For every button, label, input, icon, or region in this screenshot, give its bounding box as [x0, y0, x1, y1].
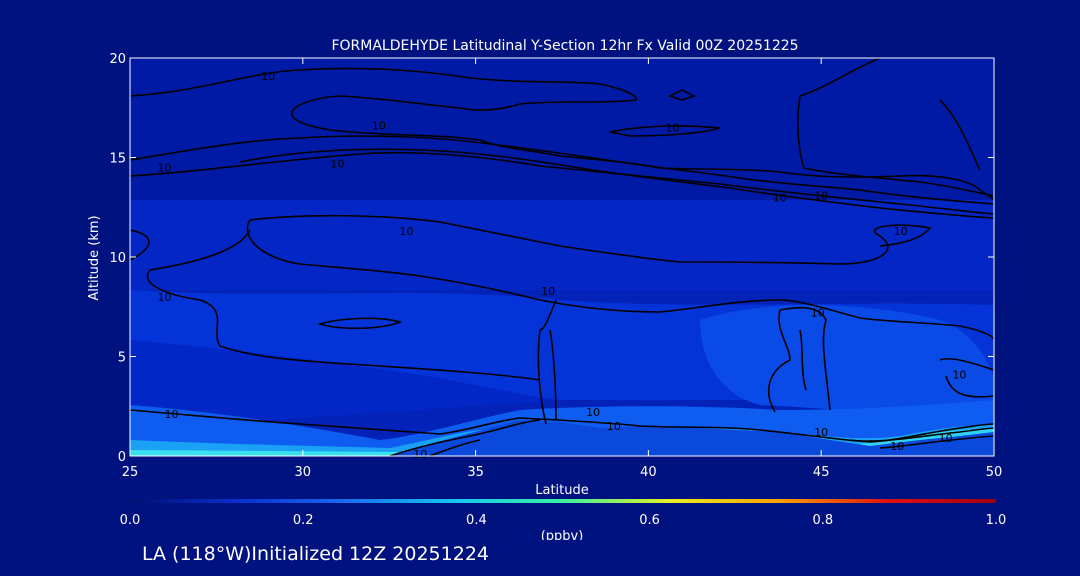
x-axis-label: Latitude	[535, 483, 589, 498]
contour-label: 10	[158, 291, 172, 304]
contour-label: 10	[261, 70, 275, 83]
colorbar-tick-label: 1.0	[986, 513, 1007, 528]
x-tick-label: 35	[467, 465, 484, 480]
colorbar-tick-label: 0.4	[466, 513, 487, 528]
colorbar-ticks: 0.0 0.2 0.4 0.6 0.8 1.0	[120, 513, 1007, 528]
contour-label: 10	[814, 189, 828, 202]
contour-label: 10	[413, 448, 427, 461]
contour-label: 10	[814, 426, 828, 439]
contour-label: 10	[399, 225, 413, 238]
footer-text: LA (118°W)Initialized 12Z 20251224	[142, 543, 489, 565]
chart-title: FORMALDEHYDE Latitudinal Y-Section 12hr …	[331, 38, 798, 54]
colorbar-bar	[130, 499, 996, 503]
colorbar-tick-label: 0.6	[639, 513, 660, 528]
y-tick-label: 20	[109, 52, 126, 67]
colorbar-tick-label: 0.2	[293, 513, 314, 528]
y-axis-label: Altitude (km)	[87, 215, 102, 300]
contour-label: 10	[666, 122, 680, 135]
contour-label: 10	[607, 420, 621, 433]
contour-label: 10	[330, 157, 344, 170]
contour-label: 10	[773, 191, 787, 204]
contour-label: 10	[164, 408, 178, 421]
concentration-field	[130, 58, 994, 456]
band-upper-dark	[130, 58, 994, 200]
contour-label: 10	[890, 440, 904, 453]
contour-label: 10	[811, 307, 825, 320]
x-tick-label: 50	[986, 465, 1003, 480]
colorbar: 0.0 0.2 0.4 0.6 0.8 1.0 (ppbv)	[120, 499, 1007, 540]
contour-label: 10	[894, 225, 908, 238]
y-tick-label: 0	[118, 450, 126, 465]
x-tick-label: 25	[122, 465, 139, 480]
contour-label: 10	[586, 406, 600, 419]
contour-label: 10	[372, 120, 386, 133]
y-tick-label: 5	[118, 351, 126, 366]
y-tick-label: 15	[109, 152, 126, 167]
colorbar-label: (ppbv)	[541, 529, 584, 540]
colorbar-tick-label: 0.0	[120, 513, 141, 528]
band-upper-mid	[130, 200, 994, 290]
contour-label: 10	[939, 432, 953, 445]
y-tick-label: 10	[109, 251, 126, 266]
colorbar-tick-label: 0.8	[812, 513, 833, 528]
x-tick-label: 45	[813, 465, 830, 480]
plot-area: 10 10 10 10 10 10 10 10 10 10 10 10 10 10 10 10 10 10 10 10	[129, 57, 995, 461]
chart-svg: FORMALDEHYDE Latitudinal Y-Section 12hr …	[87, 38, 1007, 540]
x-tick-label: 30	[295, 465, 312, 480]
contour-label: 10	[952, 368, 966, 381]
x-tick-label: 40	[640, 465, 657, 480]
contour-label: 10	[541, 285, 555, 298]
contour-label: 10	[158, 161, 172, 174]
